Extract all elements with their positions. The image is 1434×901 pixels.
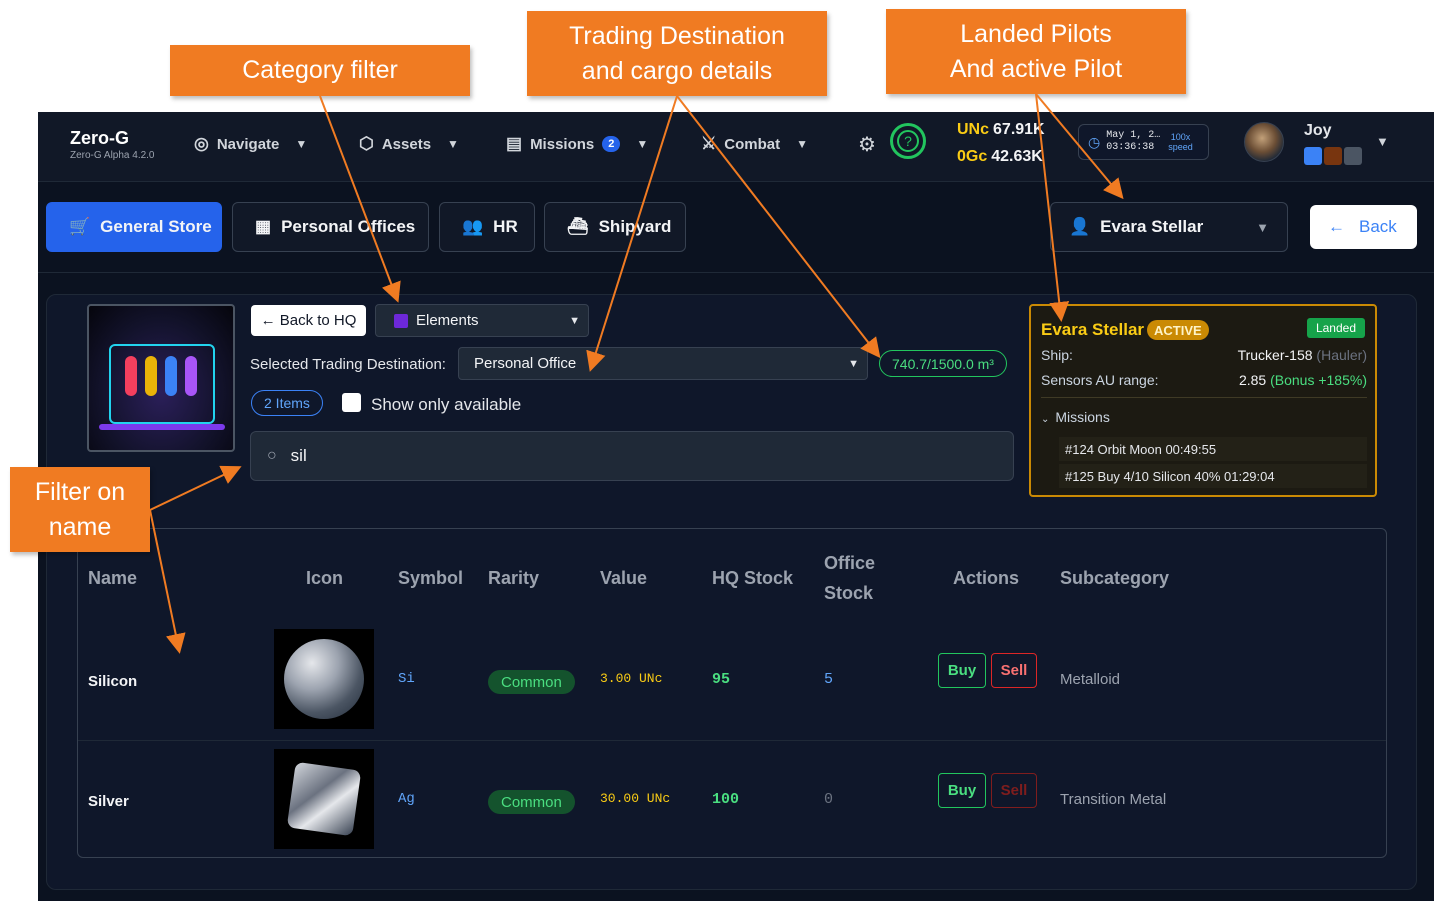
screenshot-stage: Zero-G Zero-G Alpha 4.2.0 ◎ Navigate ▼ ⬡… (0, 0, 1434, 901)
annotation-arrows (149, 93, 1124, 654)
